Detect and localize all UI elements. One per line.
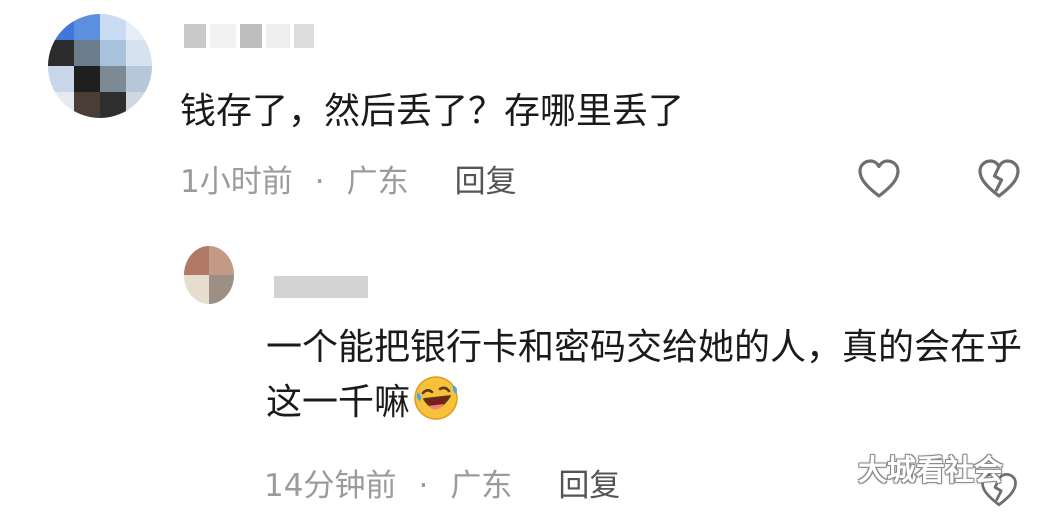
reply-meta: 14分钟前 · 广东 回复 [264, 466, 620, 506]
replier-avatar[interactable] [184, 246, 234, 304]
reply-time: 14分钟前 [264, 468, 397, 504]
replier-name-blurred[interactable] [274, 276, 368, 298]
like-button[interactable] [856, 156, 902, 202]
reply-location: 广东 [450, 468, 513, 504]
reply-to-reply-button[interactable]: 回复 [558, 466, 620, 506]
comment-location: 广东 [346, 164, 409, 200]
meta-separator: · [418, 468, 429, 504]
commenter-avatar[interactable] [48, 14, 152, 118]
meta-separator: · [314, 164, 325, 200]
comment-time: 1小时前 [180, 164, 293, 200]
reply-button[interactable]: 回复 [455, 162, 517, 202]
dislike-button[interactable] [976, 156, 1022, 202]
comment-text: 钱存了，然后丢了？存哪里丢了 [180, 91, 685, 132]
rolling-laughing-emoji [414, 376, 458, 420]
heart-outline-icon [858, 159, 900, 198]
reply-text-body: 一个能把银行卡和密码交给她的人，真的会在乎这一千嘛 [266, 327, 1023, 423]
commenter-name-blurred[interactable] [184, 24, 314, 48]
comment-meta: 1小时前 · 广东 回复 [180, 162, 517, 202]
reply-text: 一个能把银行卡和密码交给她的人，真的会在乎这一千嘛 [266, 322, 1036, 429]
broken-heart-icon [978, 159, 1020, 198]
watermark: 大城看社会 [858, 453, 1004, 487]
